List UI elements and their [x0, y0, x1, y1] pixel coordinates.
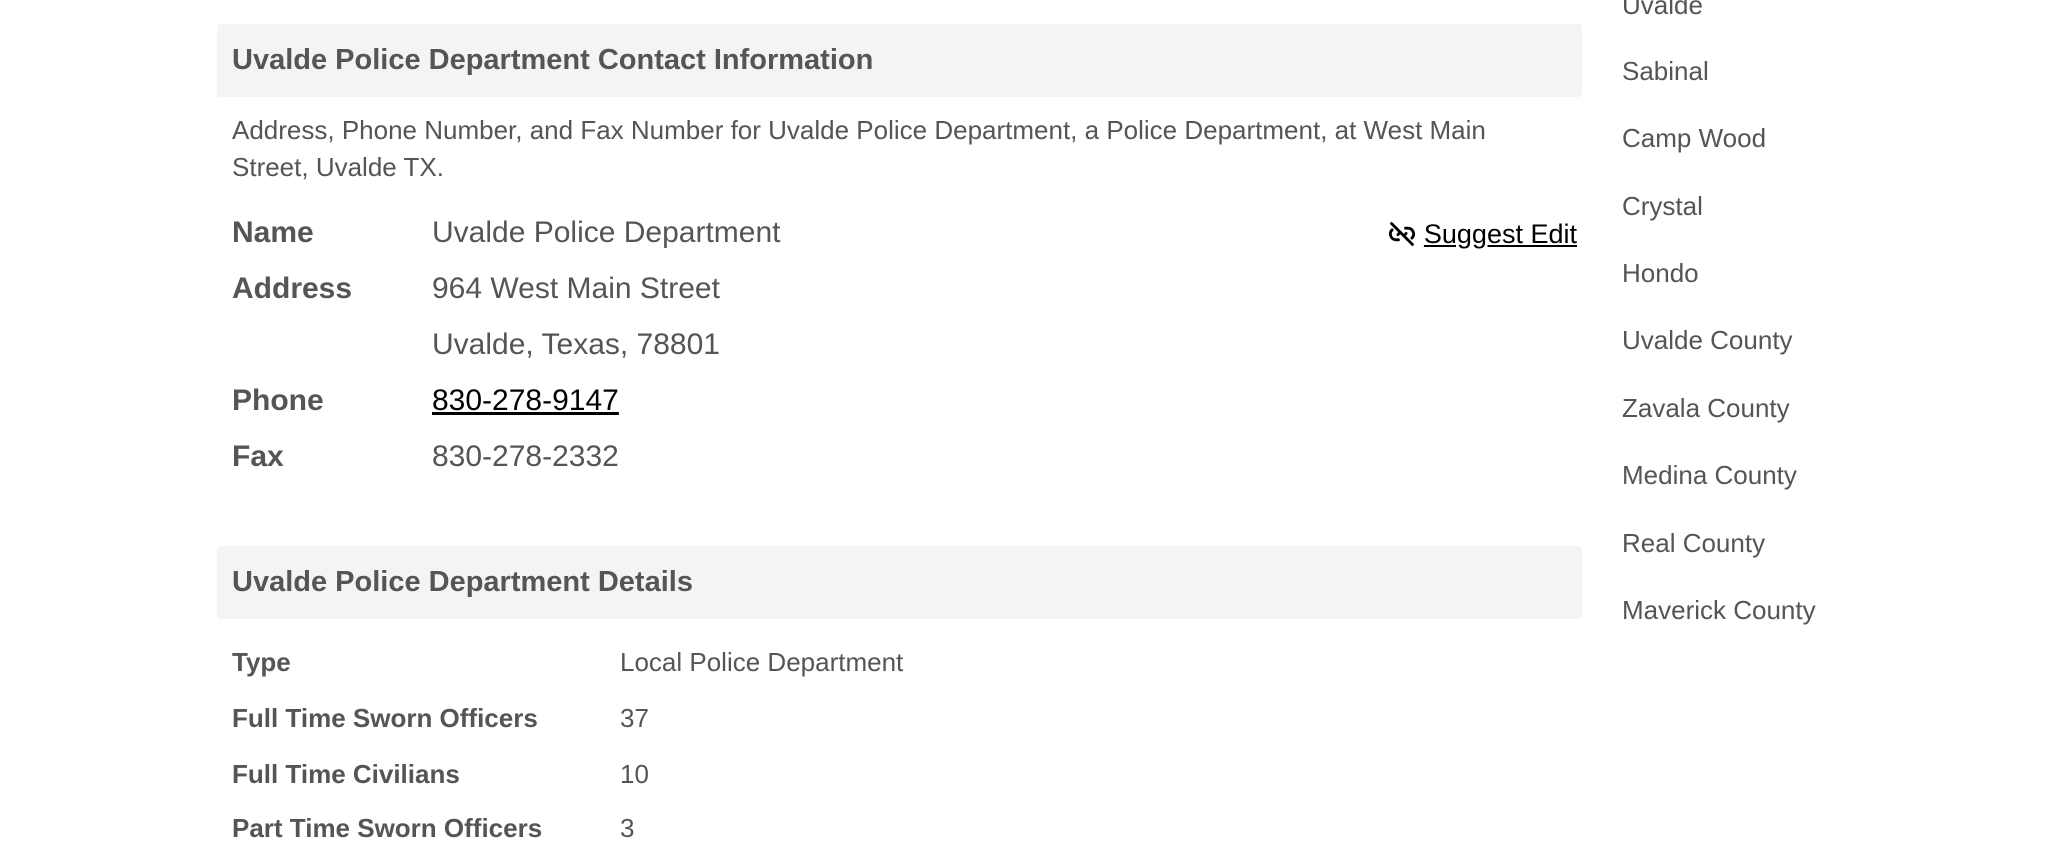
phone-link[interactable]: 830-278-9147: [432, 384, 619, 417]
sidebar-link[interactable]: Zavala County: [1622, 388, 1790, 428]
detail-label: Full Time Civilians: [232, 759, 460, 789]
suggest-edit-link[interactable]: Suggest Edit: [1388, 214, 1577, 254]
contact-section-header: Uvalde Police Department Contact Informa…: [217, 24, 1582, 97]
detail-value: 10: [620, 759, 649, 789]
detail-label: Type: [232, 647, 291, 677]
details-heading: Uvalde Police Department Details: [232, 566, 693, 598]
name-value: Uvalde Police Department: [432, 216, 781, 249]
phone-label: Phone: [232, 384, 324, 417]
detail-value: 37: [620, 703, 649, 733]
details-section-header: Uvalde Police Department Details: [217, 546, 1582, 619]
unlink-icon: [1388, 222, 1415, 246]
sidebar-link[interactable]: Uvalde County: [1622, 320, 1793, 360]
fax-value: 830-278-2332: [432, 440, 619, 473]
detail-label: Full Time Sworn Officers: [232, 703, 538, 733]
sidebar-link[interactable]: Hondo: [1622, 253, 1699, 293]
address-label: Address: [232, 272, 353, 305]
name-label: Name: [232, 216, 314, 249]
sidebar-link[interactable]: Crystal: [1622, 186, 1703, 226]
detail-value: Local Police Department: [620, 647, 904, 677]
sidebar-link[interactable]: Sabinal: [1622, 51, 1709, 91]
contact-heading: Uvalde Police Department Contact Informa…: [232, 44, 874, 76]
address-line2: Uvalde, Texas, 78801: [432, 328, 720, 361]
sidebar-link[interactable]: Camp Wood: [1622, 118, 1766, 158]
address-line1: 964 West Main Street: [432, 272, 720, 305]
suggest-edit-label: Suggest Edit: [1423, 218, 1577, 249]
sidebar-link[interactable]: Uvalde: [1622, 0, 1703, 25]
contact-description: Address, Phone Number, and Fax Number fo…: [232, 115, 1486, 182]
sidebar-link[interactable]: Medina County: [1622, 455, 1797, 495]
fax-label: Fax: [232, 440, 284, 473]
detail-value: 3: [620, 813, 635, 843]
detail-label: Part Time Sworn Officers: [232, 813, 543, 843]
sidebar-link[interactable]: Real County: [1622, 523, 1765, 563]
sidebar-link[interactable]: Maverick County: [1622, 590, 1816, 630]
